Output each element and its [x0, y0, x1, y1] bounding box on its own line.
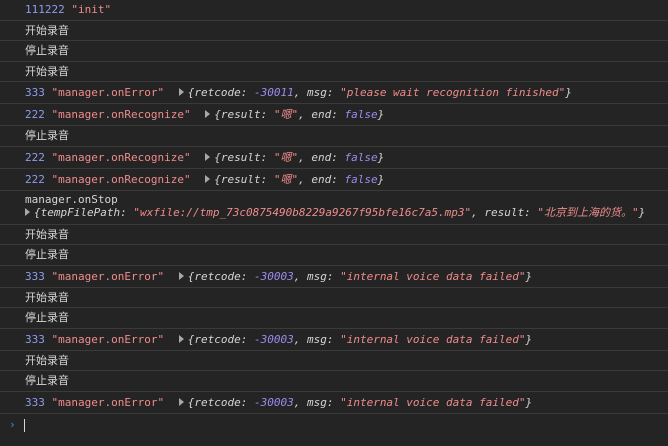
log-text: 停止录音 [25, 248, 69, 261]
console-log-row: 333 "manager.onError" {retcode: -30003, … [0, 266, 668, 288]
log-object[interactable]: {retcode: -30011, msg: "please wait reco… [188, 86, 572, 99]
console-log-row: 停止录音 [0, 126, 668, 147]
log-object[interactable]: {retcode: -30003, msg: "internal voice d… [188, 333, 532, 346]
console-log-row: 开始录音 [0, 21, 668, 41]
log-text: 停止录音 [25, 44, 69, 57]
log-object[interactable]: {result: "嗯", end: false} [214, 151, 384, 164]
log-text: 停止录音 [25, 311, 69, 324]
log-string: "manager.onError" [51, 332, 165, 346]
console-log-row: 333 "manager.onError" {retcode: -30003, … [0, 392, 668, 414]
console-log-row: 333 "manager.onError" {retcode: -30003, … [0, 329, 668, 351]
log-label: manager.onStop [25, 192, 118, 206]
console-log-row: 222 "manager.onRecognize" {result: "嗯", … [0, 169, 668, 191]
prompt-caret-icon: › [9, 417, 16, 431]
console-log-row: 222 "manager.onRecognize" {result: "嗯", … [0, 147, 668, 169]
log-string: "manager.onError" [51, 86, 165, 99]
console-log-row: manager.onStop {tempFilePath: "wxfile://… [0, 191, 668, 225]
log-text: 开始录音 [25, 290, 69, 304]
log-object[interactable]: {retcode: -30003, msg: "internal voice d… [188, 270, 532, 283]
console-log-row: 333 "manager.onError" {retcode: -30011, … [0, 82, 668, 104]
expand-triangle-icon[interactable] [205, 174, 211, 183]
log-text: 停止录音 [25, 374, 69, 387]
log-object[interactable]: {result: "嗯", end: false} [214, 108, 384, 121]
log-string: "manager.onRecognize" [51, 108, 191, 121]
console-log-row: 开始录音 [0, 351, 668, 371]
log-number: 333 [25, 269, 45, 283]
console-log-row: 222 "manager.onRecognize" {result: "嗯", … [0, 104, 668, 126]
expand-triangle-icon[interactable] [205, 152, 211, 161]
log-number: 222 [25, 172, 45, 186]
log-text: 开始录音 [25, 23, 69, 37]
expand-triangle-icon[interactable] [178, 334, 184, 343]
console-log-row: 停止录音 [0, 371, 668, 392]
expand-triangle-icon[interactable] [178, 88, 184, 96]
log-object[interactable]: {tempFilePath: "wxfile://tmp_73c0875490b… [34, 206, 645, 219]
expand-triangle-icon[interactable] [178, 397, 184, 406]
log-text: 开始录音 [25, 353, 69, 367]
console-log-row: 停止录音 [0, 308, 668, 329]
log-number: 222 [25, 150, 45, 164]
log-number: 111222 [25, 3, 65, 16]
log-text: 开始录音 [25, 227, 69, 241]
log-string: "init" [71, 3, 112, 16]
console-log-row: 111222 "init" [0, 0, 668, 21]
console-prompt[interactable]: › [0, 414, 668, 436]
expand-triangle-icon[interactable] [25, 207, 30, 216]
console-log-row: 开始录音 [0, 62, 668, 82]
console-log-row: 开始录音 [0, 288, 668, 308]
log-string: "manager.onRecognize" [51, 172, 191, 186]
log-text: 停止录音 [25, 129, 69, 142]
console-log-row: 停止录音 [0, 41, 668, 62]
log-number: 333 [25, 332, 45, 346]
log-number: 333 [25, 86, 45, 99]
console-panel: 111222 "init" 开始录音 停止录音 开始录音 333 "manage… [0, 0, 668, 446]
log-string: "manager.onRecognize" [51, 150, 191, 164]
log-string: "manager.onError" [51, 269, 165, 283]
console-log-row: 开始录音 [0, 225, 668, 245]
log-number: 333 [25, 395, 45, 409]
expand-triangle-icon[interactable] [205, 110, 211, 118]
console-log-row: 停止录音 [0, 245, 668, 266]
expand-triangle-icon[interactable] [178, 271, 184, 280]
log-string: "manager.onError" [51, 395, 165, 409]
log-object[interactable]: {retcode: -30003, msg: "internal voice d… [188, 396, 532, 409]
text-cursor [24, 418, 25, 432]
log-text: 开始录音 [25, 64, 69, 78]
log-number: 222 [25, 108, 45, 121]
log-object[interactable]: {result: "嗯", end: false} [214, 173, 384, 186]
